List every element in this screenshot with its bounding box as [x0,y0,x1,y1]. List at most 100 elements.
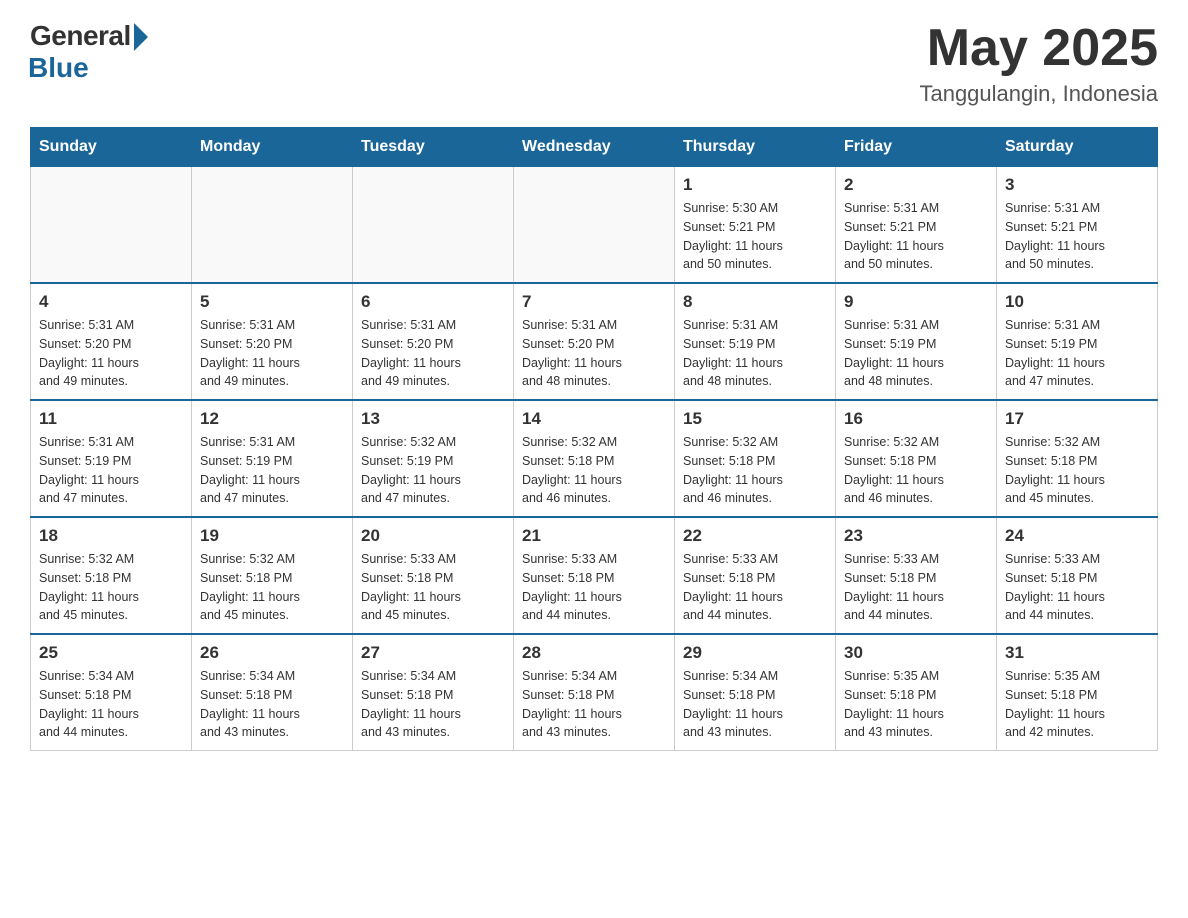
calendar-cell: 14 Sunrise: 5:32 AMSunset: 5:18 PMDayligh… [514,400,675,517]
calendar-cell: 24 Sunrise: 5:33 AMSunset: 5:18 PMDayligh… [997,517,1158,634]
calendar-cell: 23 Sunrise: 5:33 AMSunset: 5:18 PMDayligh… [836,517,997,634]
calendar-cell: 4 Sunrise: 5:31 AMSunset: 5:20 PMDaylight… [31,283,192,400]
calendar-week-row: 18 Sunrise: 5:32 AMSunset: 5:18 PMDayligh… [31,517,1158,634]
day-number: 25 [39,643,183,663]
calendar-cell: 20Sunrise: 5:33 AMSunset: 5:18 PMDayligh… [353,517,514,634]
day-number: 23 [844,526,988,546]
day-number: 9 [844,292,988,312]
day-info: Sunrise: 5:31 AMSunset: 5:19 PMDaylight:… [683,316,827,391]
day-number: 30 [844,643,988,663]
day-info: Sunrise: 5:31 AMSunset: 5:21 PMDaylight:… [844,199,988,274]
calendar-cell: 3Sunrise: 5:31 AMSunset: 5:21 PMDaylight… [997,167,1158,284]
day-info: Sunrise: 5:31 AMSunset: 5:20 PMDaylight:… [200,316,344,391]
day-number: 5 [200,292,344,312]
day-info: Sunrise: 5:32 AMSunset: 5:18 PMDaylight:… [844,433,988,508]
day-info: Sunrise: 5:34 AMSunset: 5:18 PMDaylight:… [39,667,183,742]
calendar-week-row: 11 Sunrise: 5:31 AMSunset: 5:19 PMDayligh… [31,400,1158,517]
day-info: Sunrise: 5:31 AMSunset: 5:19 PMDaylight:… [844,316,988,391]
calendar-cell: 26 Sunrise: 5:34 AMSunset: 5:18 PMDayligh… [192,634,353,751]
logo-arrow-icon [134,23,148,51]
day-number: 10 [1005,292,1149,312]
calendar-cell: 22 Sunrise: 5:33 AMSunset: 5:18 PMDayligh… [675,517,836,634]
calendar-cell: 29 Sunrise: 5:34 AMSunset: 5:18 PMDayligh… [675,634,836,751]
day-header-wednesday: Wednesday [514,128,675,167]
calendar-cell: 28 Sunrise: 5:34 AMSunset: 5:18 PMDayligh… [514,634,675,751]
day-number: 29 [683,643,827,663]
day-number: 31 [1005,643,1149,663]
page-header: General Blue May 2025 Tanggulangin, Indo… [30,20,1158,107]
day-number: 20 [361,526,505,546]
day-info: Sunrise: 5:31 AMSunset: 5:19 PMDaylight:… [200,433,344,508]
day-info: Sunrise: 5:33 AMSunset: 5:18 PMDaylight:… [844,550,988,625]
day-number: 8 [683,292,827,312]
calendar-cell: 17Sunrise: 5:32 AMSunset: 5:18 PMDayligh… [997,400,1158,517]
day-header-sunday: Sunday [31,128,192,167]
day-info: Sunrise: 5:32 AMSunset: 5:18 PMDaylight:… [1005,433,1149,508]
logo-general-text: General [30,20,131,52]
day-info: Sunrise: 5:31 AMSunset: 5:19 PMDaylight:… [39,433,183,508]
day-number: 24 [1005,526,1149,546]
day-info: Sunrise: 5:34 AMSunset: 5:18 PMDaylight:… [683,667,827,742]
day-info: Sunrise: 5:32 AMSunset: 5:18 PMDaylight:… [683,433,827,508]
calendar-cell: 25 Sunrise: 5:34 AMSunset: 5:18 PMDayligh… [31,634,192,751]
day-number: 13 [361,409,505,429]
day-number: 27 [361,643,505,663]
title-block: May 2025 Tanggulangin, Indonesia [919,20,1158,107]
day-info: Sunrise: 5:30 AMSunset: 5:21 PMDaylight:… [683,199,827,274]
calendar-cell [353,167,514,284]
day-number: 3 [1005,175,1149,195]
day-header-monday: Monday [192,128,353,167]
day-number: 28 [522,643,666,663]
day-number: 22 [683,526,827,546]
day-number: 14 [522,409,666,429]
calendar-cell: 19 Sunrise: 5:32 AMSunset: 5:18 PMDayligh… [192,517,353,634]
day-info: Sunrise: 5:33 AMSunset: 5:18 PMDaylight:… [683,550,827,625]
day-header-thursday: Thursday [675,128,836,167]
calendar-cell: 15Sunrise: 5:32 AMSunset: 5:18 PMDayligh… [675,400,836,517]
logo: General Blue [30,20,148,84]
day-info: Sunrise: 5:34 AMSunset: 5:18 PMDaylight:… [522,667,666,742]
day-info: Sunrise: 5:31 AMSunset: 5:20 PMDaylight:… [361,316,505,391]
day-info: Sunrise: 5:31 AMSunset: 5:20 PMDaylight:… [522,316,666,391]
day-info: Sunrise: 5:34 AMSunset: 5:18 PMDaylight:… [200,667,344,742]
day-number: 19 [200,526,344,546]
day-number: 21 [522,526,666,546]
day-number: 4 [39,292,183,312]
day-header-tuesday: Tuesday [353,128,514,167]
calendar-cell: 6Sunrise: 5:31 AMSunset: 5:20 PMDaylight… [353,283,514,400]
calendar-cell: 8 Sunrise: 5:31 AMSunset: 5:19 PMDaylight… [675,283,836,400]
day-number: 16 [844,409,988,429]
day-number: 2 [844,175,988,195]
day-info: Sunrise: 5:34 AMSunset: 5:18 PMDaylight:… [361,667,505,742]
day-info: Sunrise: 5:33 AMSunset: 5:18 PMDaylight:… [1005,550,1149,625]
calendar-table: SundayMondayTuesdayWednesdayThursdayFrid… [30,127,1158,751]
calendar-cell: 18Sunrise: 5:32 AMSunset: 5:18 PMDayligh… [31,517,192,634]
calendar-cell: 27 Sunrise: 5:34 AMSunset: 5:18 PMDayligh… [353,634,514,751]
calendar-cell: 7 Sunrise: 5:31 AMSunset: 5:20 PMDaylight… [514,283,675,400]
calendar-cell: 16 Sunrise: 5:32 AMSunset: 5:18 PMDayligh… [836,400,997,517]
calendar-cell: 12 Sunrise: 5:31 AMSunset: 5:19 PMDayligh… [192,400,353,517]
day-header-friday: Friday [836,128,997,167]
day-info: Sunrise: 5:32 AMSunset: 5:18 PMDaylight:… [522,433,666,508]
day-number: 7 [522,292,666,312]
day-info: Sunrise: 5:31 AMSunset: 5:20 PMDaylight:… [39,316,183,391]
day-number: 1 [683,175,827,195]
day-info: Sunrise: 5:32 AMSunset: 5:18 PMDaylight:… [200,550,344,625]
day-number: 12 [200,409,344,429]
day-info: Sunrise: 5:31 AMSunset: 5:19 PMDaylight:… [1005,316,1149,391]
calendar-week-row: 25 Sunrise: 5:34 AMSunset: 5:18 PMDayligh… [31,634,1158,751]
day-number: 11 [39,409,183,429]
day-number: 26 [200,643,344,663]
calendar-cell: 2 Sunrise: 5:31 AMSunset: 5:21 PMDaylight… [836,167,997,284]
day-header-saturday: Saturday [997,128,1158,167]
day-info: Sunrise: 5:35 AMSunset: 5:18 PMDaylight:… [1005,667,1149,742]
calendar-cell [31,167,192,284]
calendar-cell: 31 Sunrise: 5:35 AMSunset: 5:18 PMDayligh… [997,634,1158,751]
calendar-cell: 21Sunrise: 5:33 AMSunset: 5:18 PMDayligh… [514,517,675,634]
calendar-cell: 1 Sunrise: 5:30 AMSunset: 5:21 PMDaylight… [675,167,836,284]
day-info: Sunrise: 5:32 AMSunset: 5:19 PMDaylight:… [361,433,505,508]
calendar-location: Tanggulangin, Indonesia [919,81,1158,107]
calendar-cell: 10 Sunrise: 5:31 AMSunset: 5:19 PMDayligh… [997,283,1158,400]
day-number: 18 [39,526,183,546]
calendar-header-row: SundayMondayTuesdayWednesdayThursdayFrid… [31,128,1158,167]
